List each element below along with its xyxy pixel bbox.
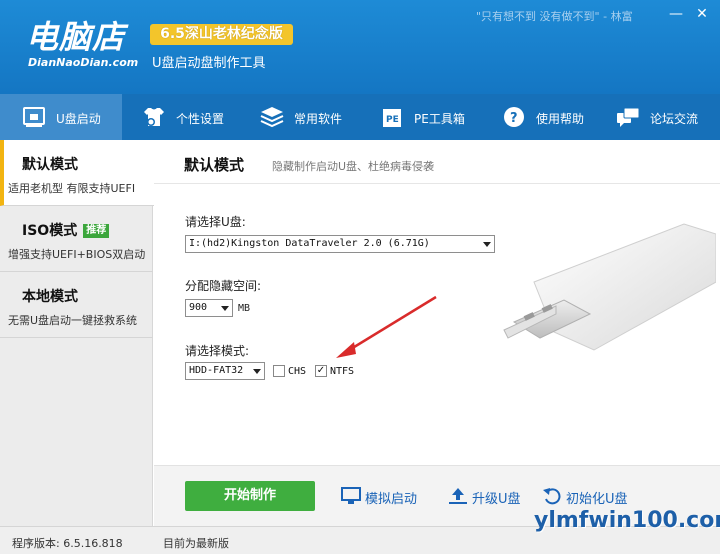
udisk-select[interactable]: I:(hd2)Kingston DataTraveler 2.0 (6.71G) [185,235,495,253]
divider [154,183,720,184]
monitor-icon [341,487,361,504]
app-logo-domain: DianNaoDian.com [28,56,139,69]
start-button[interactable]: 开始制作 [185,481,315,511]
tab-label: 个性设置 [176,112,225,126]
tab-personalize[interactable]: 个性设置 [138,94,248,140]
page-title: 默认模式 [184,156,245,174]
tab-label: U盘启动 [56,112,101,126]
close-button[interactable]: ✕ [694,6,710,22]
mode-local[interactable]: 本地模式 无需U盘启动一键拯救系统 [0,272,153,338]
tab-usb-boot[interactable]: U盘启动 [0,94,122,140]
app-logo: 电脑店 [26,18,126,56]
mode-title: 默认模式 [22,157,78,173]
tab-pe-toolbox[interactable]: PE PE工具箱 [378,94,478,140]
reset-icon [543,488,561,505]
svg-text:?: ? [510,111,518,126]
mode-select[interactable]: HDD-FAT32 [185,362,265,380]
mode-select-value: HDD-FAT32 [189,365,244,376]
app-header: 电脑店 DianNaoDian.com 6.5深山老林纪念版 U盘启动盘制作工具… [0,0,720,94]
tab-forum[interactable]: 论坛交流 [614,94,718,140]
toolbox-icon: PE [383,109,401,127]
hidden-space-unit: MB [238,303,251,314]
mode-default[interactable]: 默认模式 适用老机型 有限支持UEFI [0,140,154,206]
tab-label: 论坛交流 [650,112,699,126]
mode-sidebar: 默认模式 适用老机型 有限支持UEFI ISO模式 推荐 增强支持UEFI+BIO… [0,140,154,526]
mode-select-label: 请选择模式: [185,344,250,358]
chevron-down-icon [253,369,261,374]
main-toolbar: U盘启动 个性设置 常用软件 PE PE工具箱 ? 使用帮助 论坛交流 [0,94,720,140]
mode-iso[interactable]: ISO模式 推荐 增强支持UEFI+BIOS双启动 [0,206,153,272]
help-icon: ? [504,107,524,127]
mode-description: 适用老机型 有限支持UEFI [8,182,136,195]
update-status: 目前为最新版 [163,537,229,550]
site-watermark: ylmfwin100.com [534,508,720,533]
chevron-down-icon [221,306,229,311]
minimize-button[interactable]: — [668,6,684,22]
hidden-space-select[interactable]: 900 [185,299,233,317]
chs-label: CHS [288,366,307,377]
chevron-down-icon [483,242,491,247]
slogan: "只有想不到 没有做不到" - 林富 [476,10,633,23]
init-udisk-label: 初始化U盘 [566,492,628,507]
app-subtitle: U盘启动盘制作工具 [152,56,266,71]
recommend-badge: 推荐 [83,224,110,238]
usb-drive-illustration [503,223,716,351]
mode-title: ISO模式 推荐 [22,220,110,240]
tab-label: 常用软件 [294,112,343,126]
ntfs-label: NTFS [330,366,355,377]
mode-description: 增强支持UEFI+BIOS双启动 [8,248,146,261]
version-badge: 6.5深山老林纪念版 [150,24,293,45]
udisk-label: 请选择U盘: [185,215,246,229]
simulate-boot-label: 模拟启动 [365,492,418,507]
ntfs-checkbox[interactable]: ✓ [315,365,327,377]
tab-label: 使用帮助 [536,112,585,126]
program-version: 程序版本: 6.5.16.818 [12,537,123,550]
upgrade-udisk-label: 升级U盘 [472,492,521,507]
svg-text:PE: PE [386,115,399,125]
hidden-space-label: 分配隐藏空间: [185,279,262,293]
main-panel: 默认模式 隐藏制作启动U盘、杜绝病毒侵袭 请选择U盘: I:(hd2)Kings… [154,140,720,526]
tab-software[interactable]: 常用软件 [258,94,358,140]
tab-label: PE工具箱 [414,112,465,126]
tab-help[interactable]: ? 使用帮助 [500,94,600,140]
mode-title-text: ISO模式 [22,223,78,239]
red-arrow-annotation [336,295,437,358]
udisk-select-value: I:(hd2)Kingston DataTraveler 2.0 (6.71G) [189,238,430,249]
usb-icon [23,107,45,127]
mode-title: 本地模式 [22,289,78,305]
upload-icon [449,488,467,504]
chat-icon [617,107,640,127]
page-description: 隐藏制作启动U盘、杜绝病毒侵袭 [272,160,435,173]
mode-description: 无需U盘启动一键拯救系统 [8,314,138,327]
chs-checkbox[interactable] [273,365,285,377]
hidden-space-value: 900 [189,302,208,313]
shirt-gear-icon [144,108,164,126]
layers-icon [260,107,284,128]
